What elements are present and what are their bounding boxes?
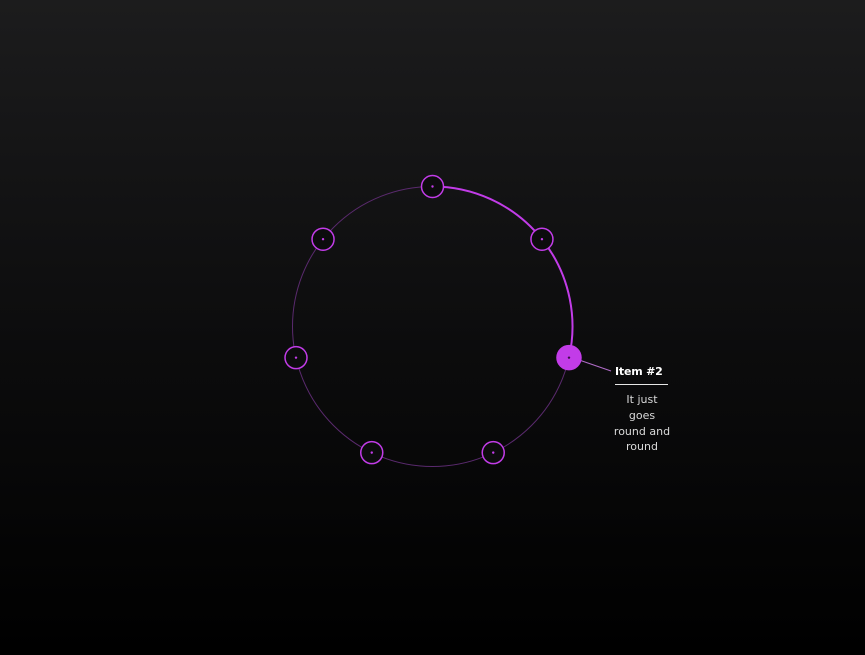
carousel-node-active[interactable]: Item #2 [556, 344, 582, 371]
circular-carousel: Item #0 Item #1 Item #2 Item #3 Item #4 Item … [284, 174, 612, 467]
node-center-dot [492, 451, 495, 454]
node-center-dot [294, 356, 298, 359]
callout-connector [580, 360, 612, 372]
node-center-dot [540, 238, 544, 241]
carousel-node[interactable]: Item #4 [360, 440, 384, 465]
node-center-dot [431, 185, 434, 188]
carousel-node[interactable]: Item #1 [530, 227, 554, 251]
carousel-node[interactable]: Item #0 [420, 174, 445, 199]
callout-divider [615, 384, 668, 385]
carousel-node[interactable]: Item #3 [481, 440, 505, 465]
carousel-track [292, 186, 573, 467]
callout-description: It just goes round and round [613, 393, 671, 454]
carousel-progress-arc [432, 185, 574, 358]
carousel-node[interactable]: Item #5 [284, 345, 308, 370]
node-center-dot [567, 356, 571, 359]
carousel-node[interactable]: Item #6 [311, 227, 335, 251]
node-center-dot [321, 238, 325, 241]
callout-title: Item #2 [615, 365, 663, 378]
node-center-dot [370, 451, 373, 454]
